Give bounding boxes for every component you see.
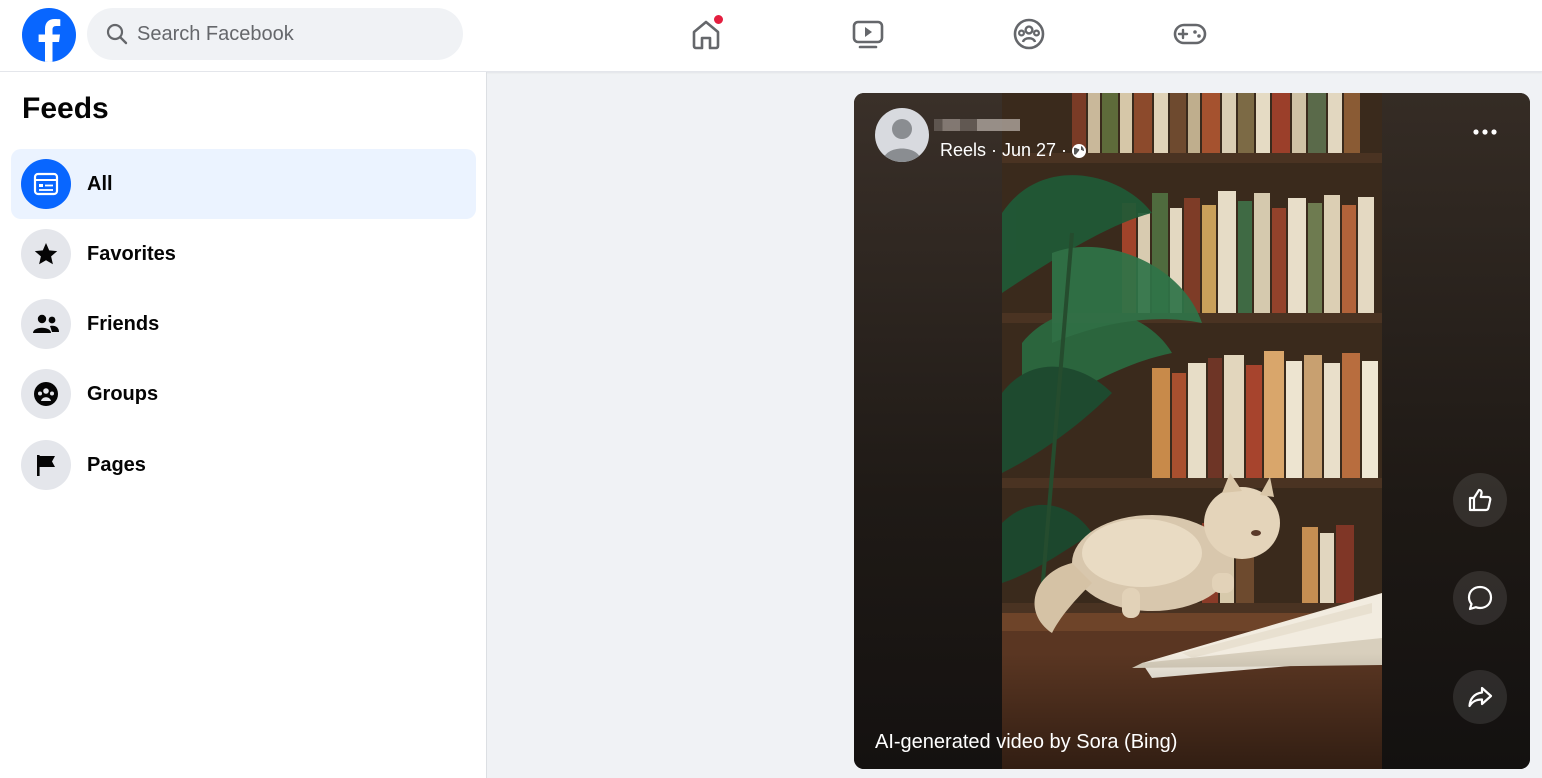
top-bar [0,0,1542,72]
reel-meta: Reels · Jun 27 · [940,140,1087,161]
video-icon [852,20,884,49]
friends-icon [21,299,71,349]
sidebar-item-groups[interactable]: Groups [11,359,476,429]
nav-gaming[interactable] [1170,14,1210,54]
comment-icon [1467,585,1493,611]
globe-icon [1072,143,1087,158]
reel-meta-text: Reels · Jun 27 · [940,140,1068,160]
reel-backdrop-right [1382,93,1530,769]
notification-dot [713,14,724,25]
share-icon [1468,686,1493,708]
sidebar-item-pages[interactable]: Pages [11,430,476,500]
sidebar-item-label: Pages [87,453,146,476]
gaming-icon [1173,23,1207,45]
sidebar-item-label: Friends [87,312,160,335]
search-box[interactable] [87,8,463,60]
comment-button[interactable] [1453,571,1507,625]
default-avatar-icon [883,119,921,162]
sidebar-title: Feeds [22,92,109,125]
author-name-redacted[interactable] [934,119,1020,131]
search-input[interactable] [137,22,437,46]
more-icon [1473,129,1497,135]
groups-icon [21,369,71,419]
sidebar-item-all[interactable]: All [11,149,476,219]
more-options-button[interactable] [1468,119,1502,145]
facebook-logo[interactable] [22,8,76,62]
feeds-sidebar: Feeds All Favorites Friends Groups Pages [0,72,487,778]
feed-all-icon [21,159,71,209]
flag-icon [21,440,71,490]
groups-icon [1013,18,1045,50]
search-icon [106,23,128,45]
sidebar-item-favorites[interactable]: Favorites [11,219,476,289]
share-button[interactable] [1453,670,1507,724]
like-icon [1468,488,1492,512]
sidebar-item-label: Groups [87,382,159,405]
nav-video[interactable] [848,14,888,54]
sidebar-item-friends[interactable]: Friends [11,289,476,359]
nav-home[interactable] [686,14,726,54]
sidebar-item-label: All [87,172,113,195]
sidebar-item-label: Favorites [87,242,176,265]
reel-video-frame[interactable] [1002,93,1382,769]
nav-groups[interactable] [1009,14,1049,54]
like-button[interactable] [1453,473,1507,527]
reel-card[interactable]: Reels · Jun 27 · AI-generated video by S… [854,93,1530,769]
reel-backdrop-left [854,93,1002,769]
facebook-logo-icon [38,19,61,62]
star-icon [21,229,71,279]
reel-caption: AI-generated video by Sora (Bing) [875,731,1178,753]
author-avatar[interactable] [875,108,929,162]
